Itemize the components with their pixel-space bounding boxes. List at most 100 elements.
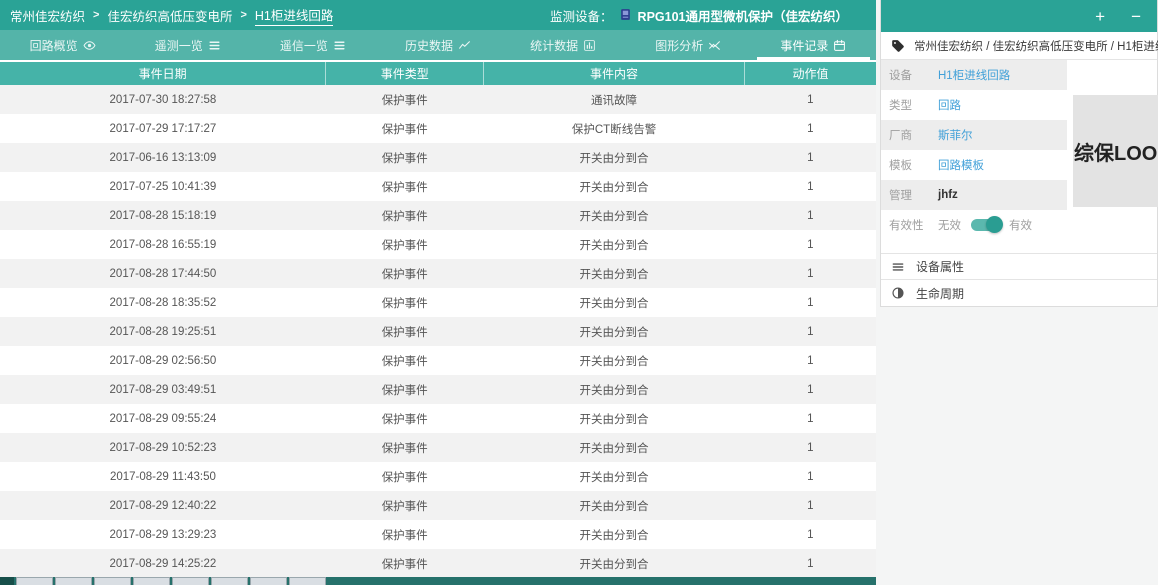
cell-event-date: 2017-08-29 09:55:24 (0, 404, 326, 433)
info-row-模板: 模板回路模板 (881, 150, 1067, 180)
cell-event-date: 2017-08-28 18:35:52 (0, 288, 326, 317)
table-row[interactable]: 2017-06-16 13:13:09保护事件开关由分到合1 (0, 143, 876, 172)
cell-action-value: 1 (745, 288, 876, 317)
section-生命周期[interactable]: 生命周期 (881, 280, 1157, 306)
cell-action-value: 1 (745, 317, 876, 346)
table-row[interactable]: 2017-08-28 19:25:51保护事件开关由分到合1 (0, 317, 876, 346)
breadcrumb-separator: > (93, 9, 99, 21)
tab-bar-chart-4[interactable]: 统计数据 (501, 30, 626, 60)
table-row[interactable]: 2017-08-29 11:43:50保护事件开关由分到合1 (0, 462, 876, 491)
validity-label: 有效性 (889, 217, 938, 233)
tab-label: 历史数据 (405, 37, 453, 54)
cell-action-value: 1 (745, 462, 876, 491)
cell-action-value: 1 (745, 259, 876, 288)
cell-action-value: 1 (745, 172, 876, 201)
scrollbar-segment[interactable] (172, 577, 209, 585)
table-row[interactable]: 2017-08-28 16:55:19保护事件开关由分到合1 (0, 230, 876, 259)
info-value-link[interactable]: 回路模板 (938, 157, 984, 173)
cell-event-content: 开关由分到合 (484, 404, 745, 433)
info-row-validity: 有效性无效 有效 (881, 210, 1067, 240)
panel-sections: 设备属性生命周期 (881, 253, 1157, 306)
scrollbar-segment[interactable] (16, 577, 53, 585)
monitor-device[interactable]: 监测设备： RPG101通用型微机保护（佳宏纺织） (550, 6, 848, 25)
table-row[interactable]: 2017-08-28 18:35:52保护事件开关由分到合1 (0, 288, 876, 317)
cell-event-date: 2017-06-16 13:13:09 (0, 143, 326, 172)
breadcrumb-item-substation[interactable]: 佳宏纺织高低压变电所 (107, 6, 232, 25)
info-label: 厂商 (889, 127, 938, 143)
scrollbar-segment[interactable] (289, 577, 326, 585)
cell-action-value: 1 (745, 404, 876, 433)
remove-button[interactable]: − (1131, 8, 1141, 25)
scrollbar-segment[interactable] (133, 577, 170, 585)
info-value-link[interactable]: 回路 (938, 97, 961, 113)
table-row[interactable]: 2017-08-29 12:40:22保护事件开关由分到合1 (0, 491, 876, 520)
list-icon (208, 39, 221, 52)
breadcrumb-item-current-loop[interactable]: H1柜进线回路 (255, 5, 333, 26)
panel-header: + − (881, 0, 1157, 32)
breadcrumb-separator: > (240, 9, 246, 21)
info-value: jhfz (938, 189, 958, 201)
scrollbar-corner (0, 577, 14, 585)
table-row[interactable]: 2017-08-28 15:18:19保护事件开关由分到合1 (0, 201, 876, 230)
cell-event-type: 保护事件 (326, 317, 484, 346)
table-row[interactable]: 2017-07-30 18:27:58保护事件通讯故障1 (0, 85, 876, 114)
cell-event-type: 保护事件 (326, 520, 484, 549)
scrollbar-segment[interactable] (94, 577, 131, 585)
device-path-row: 常州佳宏纺织 / 佳宏纺织高低压变电所 / H1柜进线回路 (881, 32, 1157, 60)
table-row[interactable]: 2017-08-29 02:56:50保护事件开关由分到合1 (0, 346, 876, 375)
table-row[interactable]: 2017-07-25 10:41:39保护事件开关由分到合1 (0, 172, 876, 201)
table-row[interactable]: 2017-08-28 17:44:50保护事件开关由分到合1 (0, 259, 876, 288)
col-header-event-content: 事件内容 (484, 62, 745, 85)
device-path-text: 常州佳宏纺织 / 佳宏纺织高低压变电所 / H1柜进线回路 (914, 38, 1158, 54)
cell-event-date: 2017-08-28 16:55:19 (0, 230, 326, 259)
scrollbar-segment[interactable] (250, 577, 287, 585)
validity-toggle[interactable] (971, 219, 1001, 231)
info-row-管理: 管理jhfz (881, 180, 1067, 210)
cell-event-date: 2017-08-29 10:52:23 (0, 433, 326, 462)
section-设备属性[interactable]: 设备属性 (881, 254, 1157, 280)
tab-list-1[interactable]: 遥测一览 (125, 30, 250, 60)
table-row[interactable]: 2017-08-29 03:49:51保护事件开关由分到合1 (0, 375, 876, 404)
cell-event-type: 保护事件 (326, 85, 484, 114)
tab-list-2[interactable]: 遥信一览 (250, 30, 375, 60)
info-value-link[interactable]: 斯菲尔 (938, 127, 973, 143)
col-header-event-type: 事件类型 (326, 62, 484, 85)
tag-icon (891, 39, 905, 53)
breadcrumb-item-site[interactable]: 常州佳宏纺织 (10, 6, 85, 25)
table-row[interactable]: 2017-08-29 09:55:24保护事件开关由分到合1 (0, 404, 876, 433)
cell-event-content: 开关由分到合 (484, 259, 745, 288)
cell-event-content: 开关由分到合 (484, 549, 745, 578)
tab-scatter-5[interactable]: 图形分析 (626, 30, 751, 60)
add-button[interactable]: + (1095, 8, 1105, 25)
cell-action-value: 1 (745, 85, 876, 114)
top-header: 常州佳宏纺织 > 佳宏纺织高低压变电所 > H1柜进线回路 监测设备： RPG1… (0, 0, 876, 30)
info-value-link[interactable]: H1柜进线回路 (938, 67, 1010, 83)
cell-event-content: 开关由分到合 (484, 346, 745, 375)
cell-action-value: 1 (745, 549, 876, 578)
table-row[interactable]: 2017-07-29 17:17:27保护事件保护CT断线告警1 (0, 114, 876, 143)
cell-event-type: 保护事件 (326, 404, 484, 433)
table-row[interactable]: 2017-08-29 10:52:23保护事件开关由分到合1 (0, 433, 876, 462)
tab-calendar-6[interactable]: 事件记录 (751, 30, 876, 60)
scrollbar-segment[interactable] (55, 577, 92, 585)
cell-event-type: 保护事件 (326, 114, 484, 143)
cell-event-type: 保护事件 (326, 201, 484, 230)
cell-action-value: 1 (745, 520, 876, 549)
cell-event-type: 保护事件 (326, 462, 484, 491)
table-row[interactable]: 2017-08-29 14:25:22保护事件开关由分到合1 (0, 549, 876, 578)
validity-on-label: 有效 (1009, 217, 1032, 233)
scrollbar-segment[interactable] (211, 577, 248, 585)
validity-off-label: 无效 (938, 217, 961, 233)
tab-line-chart-3[interactable]: 历史数据 (375, 30, 500, 60)
device-icon (619, 8, 632, 23)
table-row[interactable]: 2017-08-29 13:29:23保护事件开关由分到合1 (0, 520, 876, 549)
cell-event-content: 开关由分到合 (484, 288, 745, 317)
cell-event-type: 保护事件 (326, 259, 484, 288)
cell-event-type: 保护事件 (326, 491, 484, 520)
cell-event-content: 开关由分到合 (484, 230, 745, 259)
cell-event-date: 2017-08-29 14:25:22 (0, 549, 326, 578)
event-table: 事件日期 事件类型 事件内容 动作值 2017-07-30 18:27:58保护… (0, 62, 876, 578)
tab-eye-0[interactable]: 回路概览 (0, 30, 125, 60)
bottom-scrollbar[interactable] (0, 577, 876, 585)
info-row-类型: 类型回路 (881, 90, 1067, 120)
